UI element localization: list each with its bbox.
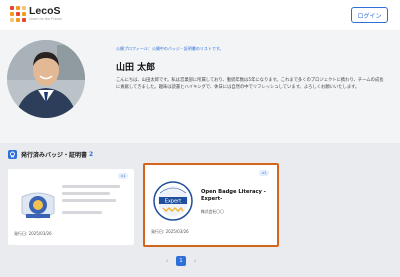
badge-title: Open Badge Literacy -Expert- xyxy=(201,189,266,202)
logo-name: LecoS xyxy=(29,5,61,17)
pagination: ‹ 1 › xyxy=(158,256,204,266)
blurred-title-line-3 xyxy=(62,199,116,202)
badge-card-2[interactable]: v1 Expert Open Badge Literacy -Expert- 株… xyxy=(143,163,279,247)
logo-mark-icon xyxy=(10,6,26,22)
badge-card-1[interactable]: v1 発行日: 2025/03/26 xyxy=(8,169,134,245)
badge-issuer: 株式会社〇〇 xyxy=(201,209,224,214)
blurred-title-line-2 xyxy=(62,192,110,195)
prev-page-button[interactable]: ‹ xyxy=(162,256,172,266)
issue-date: 発行日: 2025/03/26 xyxy=(151,229,189,234)
profile-bio: こんにちは、山田太郎です。私は営業部に所属しており、勤続年数は5年になります。こ… xyxy=(116,78,384,90)
next-page-button[interactable]: › xyxy=(190,256,200,266)
expert-badge-icon: Expert xyxy=(153,181,193,221)
blurred-issuer xyxy=(62,211,102,214)
avatar xyxy=(7,40,85,118)
lecos-logo[interactable]: LecoS Learn for the Future xyxy=(10,6,62,22)
badges-section-title: 発行済みバッジ・証明書 xyxy=(21,152,88,159)
issue-date: 発行日: 2025/03/26 xyxy=(14,231,52,236)
logo-tagline: Learn for the Future xyxy=(29,17,62,21)
current-page-button[interactable]: 1 xyxy=(176,256,186,266)
badge-image-icon xyxy=(21,192,55,219)
profile-breadcrumb: 公開プロフィール：公開中のバッジ・証明書のリストです。 xyxy=(116,46,224,51)
profile-name: 山田 太郎 xyxy=(116,63,156,73)
svg-text:Expert: Expert xyxy=(165,199,181,205)
top-header: LecoS Learn for the Future ログイン xyxy=(0,0,400,30)
version-pill: v1 xyxy=(259,170,270,176)
avatar-photo xyxy=(7,40,85,118)
login-button[interactable]: ログイン xyxy=(351,7,388,23)
profile-section: 公開プロフィール：公開中のバッジ・証明書のリストです。 山田 太郎 こんにちは、… xyxy=(0,30,400,140)
version-pill: v1 xyxy=(118,173,129,179)
badges-section-header: 発行済みバッジ・証明書 2 xyxy=(8,150,93,159)
blurred-title xyxy=(62,185,120,188)
badges-count: 2 xyxy=(89,151,94,158)
badge-list-icon xyxy=(8,150,17,159)
